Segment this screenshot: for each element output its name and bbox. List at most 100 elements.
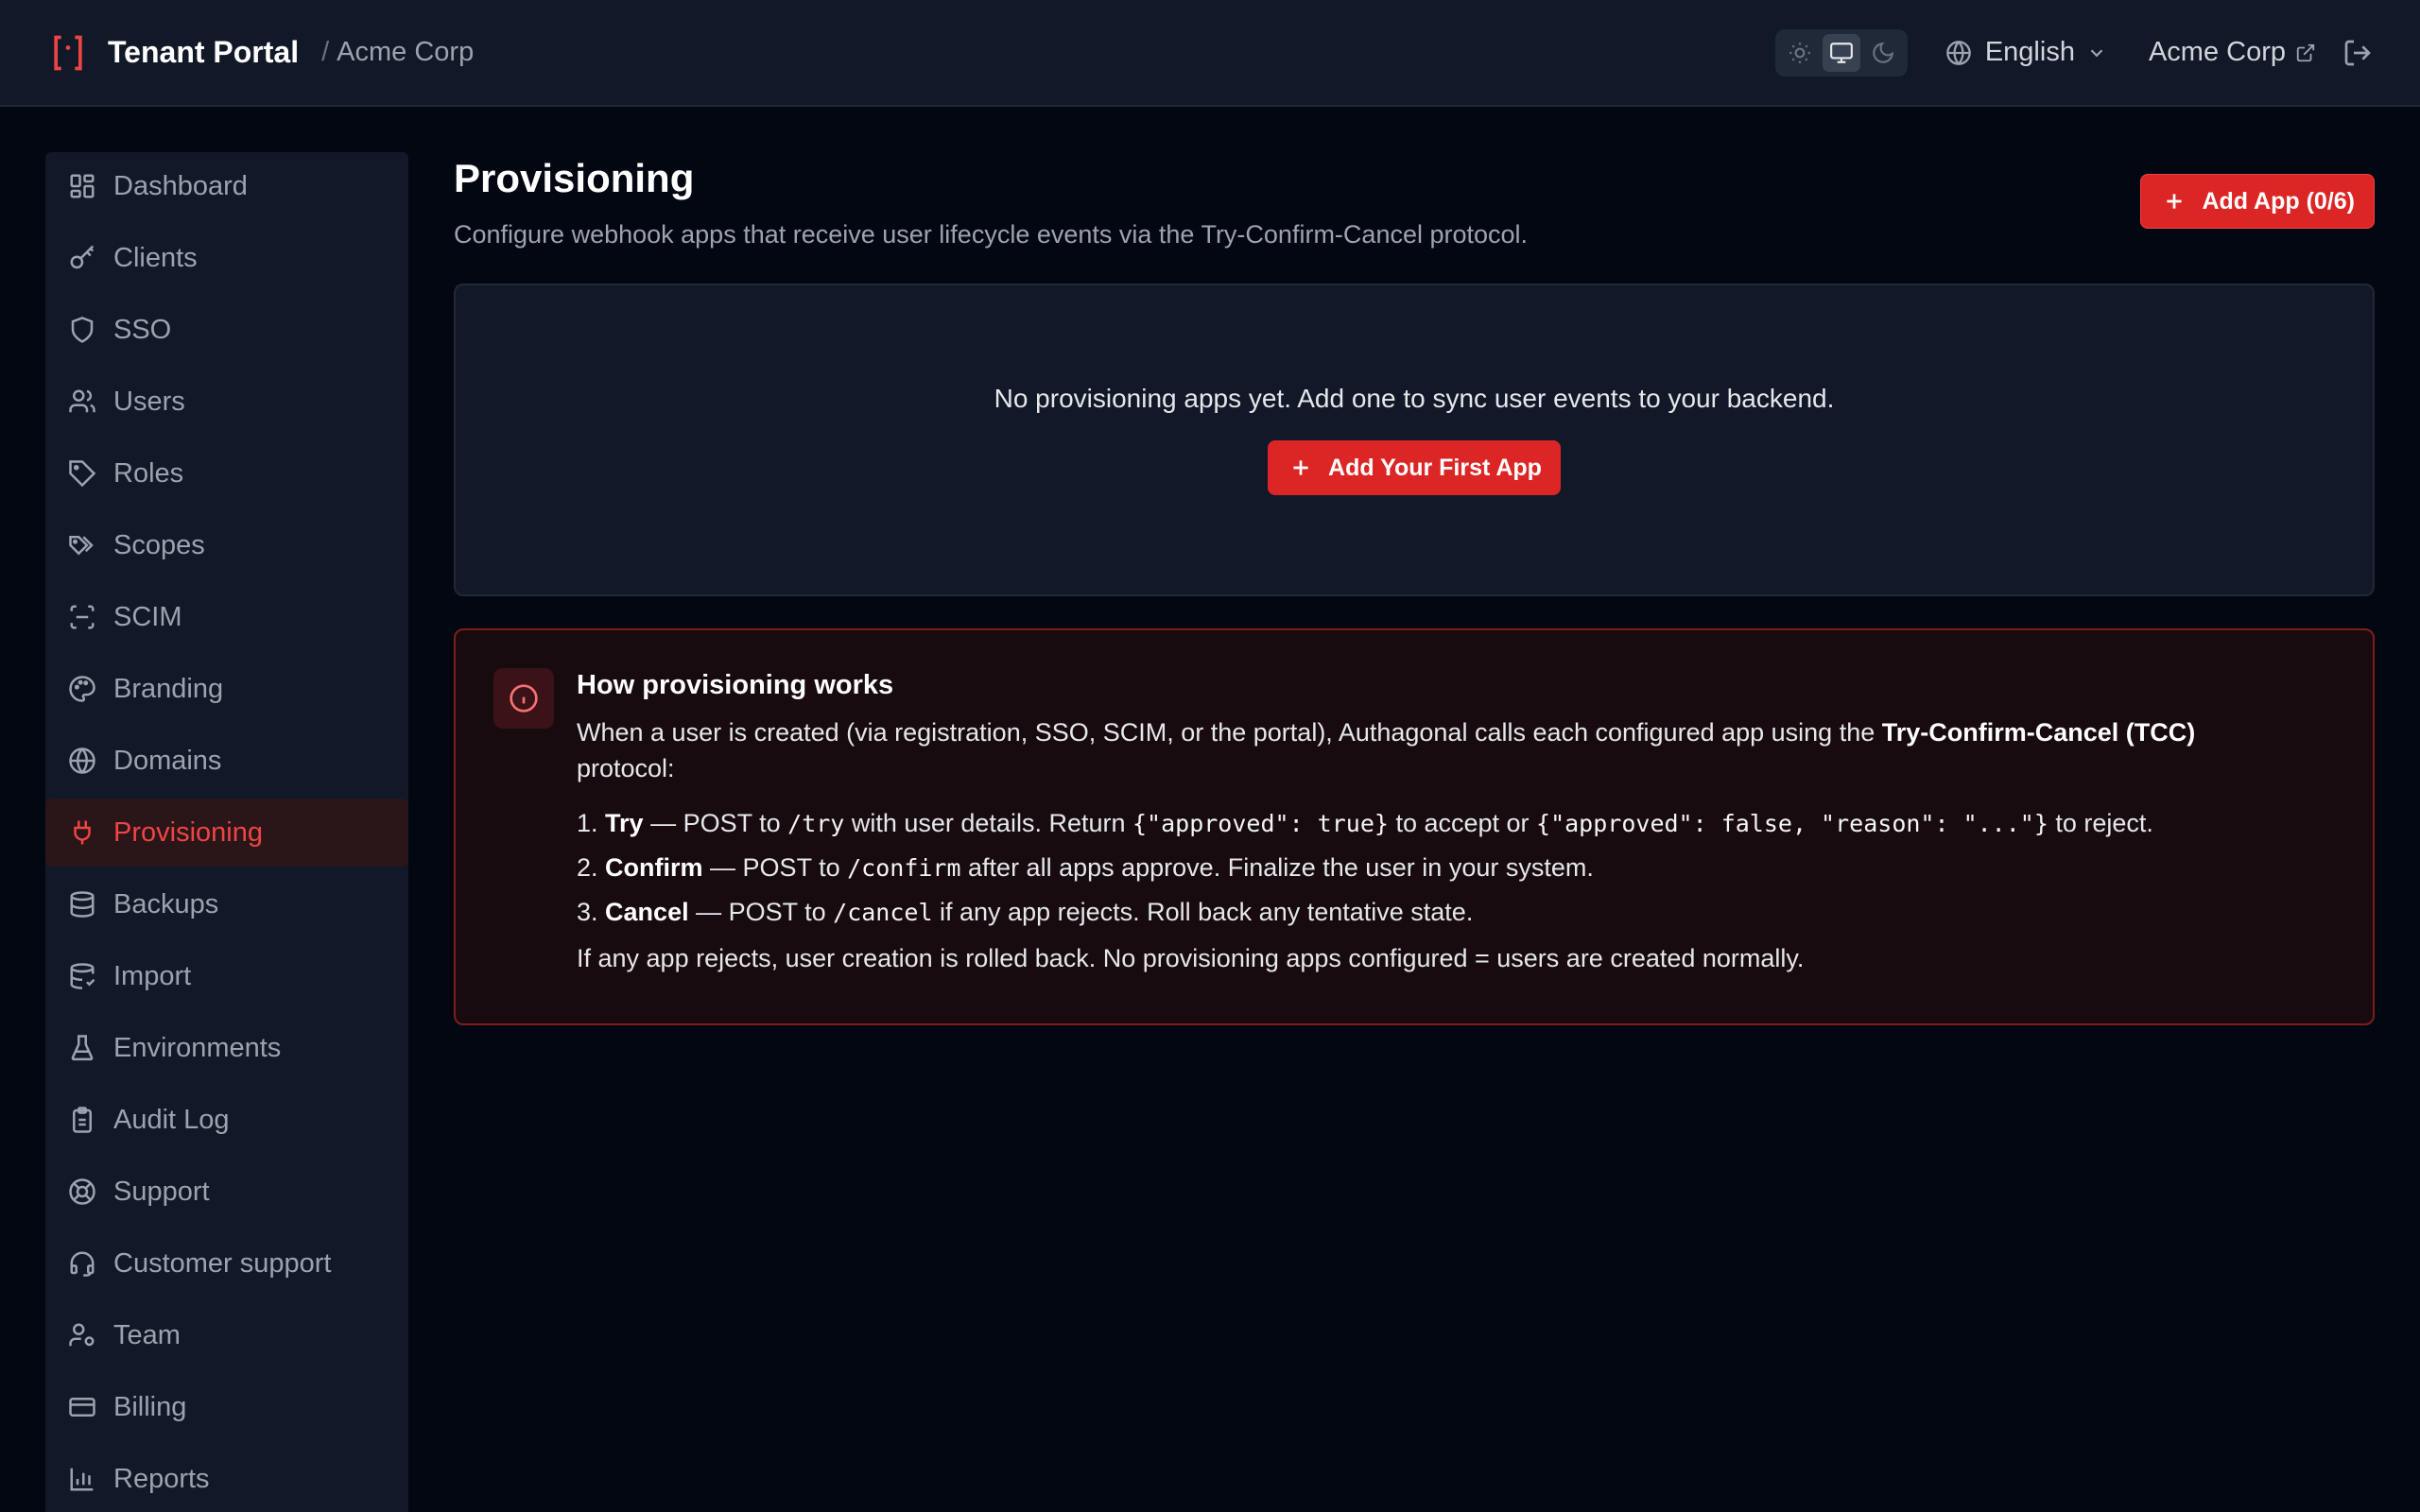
- credit-card-icon: [69, 1398, 95, 1417]
- moon-icon: [1873, 42, 1893, 63]
- sidebar-item-label: Team: [113, 1319, 181, 1350]
- theme-dark-button[interactable]: [1864, 34, 1902, 72]
- step-text: — POST to: [702, 853, 848, 882]
- language-selector[interactable]: English: [1945, 37, 2107, 68]
- step-name: Cancel: [605, 898, 689, 926]
- tenant-link-label: Acme Corp: [2148, 37, 2286, 67]
- sidebar-item-scim[interactable]: SCIM: [45, 583, 408, 651]
- sidebar-item-scopes[interactable]: Scopes: [45, 511, 408, 579]
- logout-button[interactable]: [2342, 38, 2373, 68]
- sidebar-item-label: Dashboard: [113, 170, 248, 201]
- sidebar-item-support[interactable]: Support: [45, 1158, 408, 1226]
- info-title: How provisioning works: [577, 670, 894, 700]
- sidebar-item-roles[interactable]: Roles: [45, 439, 408, 507]
- info-paragraph: When a user is created (via registration…: [577, 714, 2335, 786]
- top-bar: Tenant Portal / Acme Corp English Acme C…: [0, 0, 2420, 107]
- sidebar-item-users[interactable]: Users: [45, 368, 408, 436]
- sidebar-item-label: Users: [113, 386, 185, 417]
- theme-light-button[interactable]: [1781, 34, 1819, 72]
- tag-icon: [69, 460, 96, 488]
- step-try: 1. Try — POST to /try with user details.…: [577, 801, 2335, 846]
- sidebar-item-label: Branding: [113, 673, 224, 704]
- step-code: {"approved": true}: [1132, 810, 1389, 837]
- step-cancel: 3. Cancel — POST to /cancel if any app r…: [577, 890, 2335, 935]
- sidebar-item-clients[interactable]: Clients: [45, 224, 408, 292]
- sidebar-item-label: Import: [113, 960, 192, 991]
- sidebar-item-team[interactable]: Team: [45, 1301, 408, 1369]
- sidebar-item-backups[interactable]: Backups: [45, 870, 408, 938]
- tags-icon: [69, 536, 94, 556]
- step-text: to reject.: [2048, 809, 2153, 837]
- sidebar-item-label: Backups: [113, 888, 219, 919]
- sidebar-item-label: Billing: [113, 1391, 187, 1422]
- sidebar-item-environments[interactable]: Environments: [45, 1014, 408, 1082]
- bar-chart-icon: [70, 1468, 94, 1491]
- sidebar-item-label: Reports: [113, 1463, 210, 1494]
- info-card: How provisioning works When a user is cr…: [454, 628, 2375, 1025]
- sidebar-item-sso[interactable]: SSO: [45, 296, 408, 364]
- page-title: Provisioning: [454, 156, 695, 200]
- shield-icon: [71, 317, 94, 343]
- sidebar-item-label: Audit Log: [113, 1104, 230, 1135]
- dashboard-icon: [70, 174, 95, 198]
- sidebar-item-customer-support[interactable]: Customer support: [45, 1229, 408, 1297]
- flask-icon: [71, 1035, 94, 1061]
- page-subtitle: Configure webhook apps that receive user…: [454, 220, 1529, 249]
- step-number: 1.: [577, 809, 598, 837]
- plus-icon: [2167, 194, 2183, 209]
- globe-icon: [69, 747, 95, 774]
- logo-icon[interactable]: [47, 32, 89, 74]
- add-first-app-button[interactable]: Add Your First App: [1268, 440, 1561, 495]
- sidebar: Dashboard Clients SSO Users Roles Scopes…: [45, 152, 408, 1512]
- sidebar-item-label: Roles: [113, 457, 184, 489]
- add-first-app-label: Add Your First App: [1328, 454, 1542, 481]
- step-text: with user details. Return: [844, 809, 1132, 837]
- step-number: 2.: [577, 853, 598, 882]
- add-app-button[interactable]: Add App (0/6): [2140, 174, 2375, 229]
- empty-state-card: No provisioning apps yet. Add one to syn…: [454, 284, 2375, 596]
- sidebar-item-label: SCIM: [113, 601, 182, 632]
- step-text: — POST to: [643, 809, 788, 837]
- monitor-icon: [1829, 42, 1853, 63]
- plus-icon: [1293, 460, 1308, 475]
- step-text: to accept or: [1388, 809, 1537, 837]
- key-icon: [70, 245, 95, 269]
- tenant-link[interactable]: Acme Corp: [2149, 37, 2316, 68]
- sidebar-item-branding[interactable]: Branding: [45, 655, 408, 723]
- sidebar-item-billing[interactable]: Billing: [45, 1373, 408, 1441]
- sidebar-item-provisioning[interactable]: Provisioning: [45, 799, 408, 867]
- scan-icon: [70, 605, 95, 629]
- globe-icon: [1945, 40, 1971, 65]
- chevron-down-icon: [2090, 48, 2103, 57]
- step-name: Try: [605, 809, 644, 837]
- clipboard-icon: [73, 1107, 92, 1133]
- sidebar-item-label: Customer support: [113, 1247, 332, 1279]
- step-text: if any app rejects. Roll back any tentat…: [932, 898, 1474, 926]
- user-cog-icon: [69, 1323, 95, 1347]
- step-text: — POST to: [688, 898, 834, 926]
- sidebar-item-reports[interactable]: Reports: [45, 1445, 408, 1512]
- add-app-label: Add App (0/6): [2202, 187, 2355, 215]
- info-footer: If any app rejects, user creation is rol…: [577, 944, 1805, 972]
- sidebar-item-import[interactable]: Import: [45, 942, 408, 1010]
- step-confirm: 2. Confirm — POST to /confirm after all …: [577, 846, 2335, 890]
- sidebar-item-label: Clients: [113, 242, 198, 273]
- step-code: {"approved": false, "reason": "..."}: [1536, 810, 2048, 837]
- step-number: 3.: [577, 898, 598, 926]
- theme-system-button[interactable]: [1822, 33, 1860, 72]
- app-title[interactable]: Tenant Portal: [108, 35, 299, 70]
- database-icon: [70, 891, 95, 918]
- language-label: English: [1984, 37, 2075, 67]
- database-import-icon: [70, 963, 95, 989]
- theme-toggle: [1774, 28, 1908, 77]
- sidebar-item-domains[interactable]: Domains: [45, 727, 408, 795]
- headset-icon: [70, 1251, 95, 1277]
- step-endpoint: /try: [787, 810, 845, 837]
- palette-icon: [69, 676, 95, 702]
- breadcrumb: Acme Corp: [337, 37, 475, 67]
- empty-state-text: No provisioning apps yet. Add one to syn…: [994, 384, 1835, 413]
- lifebuoy-icon: [69, 1178, 95, 1205]
- sidebar-item-dashboard[interactable]: Dashboard: [45, 152, 408, 220]
- info-paragraph-end: protocol:: [577, 754, 675, 782]
- sidebar-item-audit-log[interactable]: Audit Log: [45, 1086, 408, 1154]
